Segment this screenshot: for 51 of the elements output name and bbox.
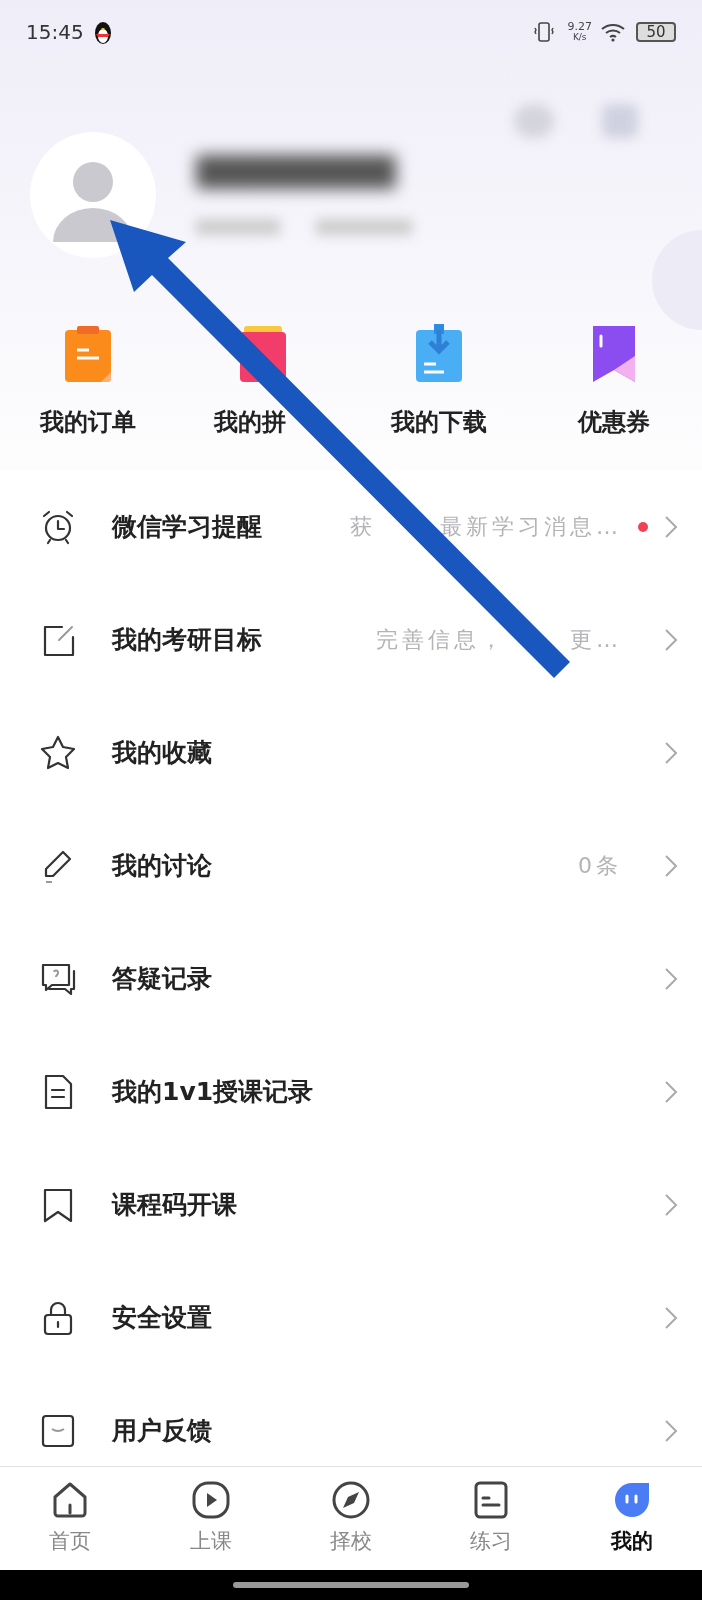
menu-item[interactable]: 用户反馈	[0, 1374, 702, 1466]
chevron-right-icon	[664, 853, 678, 878]
quick-action[interactable]: 优惠券	[578, 404, 651, 440]
network-speed: 9.27	[567, 21, 592, 32]
menu-label: 我的收藏	[112, 736, 212, 769]
menu-label: 答疑记录	[112, 962, 212, 995]
menu-item[interactable]: 我的讨论 0条	[0, 809, 702, 922]
menu-item[interactable]: 我的考研目标 完善信息， 更…	[0, 583, 702, 696]
speed-unit: K/s	[572, 32, 587, 43]
chevron-right-icon	[664, 1418, 678, 1443]
quick-action[interactable]: 我的下载	[390, 404, 487, 440]
menu-label: 用户反馈	[112, 1414, 212, 1447]
clipboard-icon	[62, 324, 113, 382]
chevron-right-icon	[664, 1192, 678, 1217]
menu-item[interactable]: 我的1v1授课记录	[0, 1035, 702, 1148]
menu-label: 我的1v1授课记录	[112, 1075, 314, 1108]
menu-hint: 完善信息，	[376, 626, 506, 654]
blurred-icon	[514, 104, 554, 138]
menu-label: 安全设置	[112, 1301, 212, 1334]
quick-action[interactable]: 我的订单	[39, 404, 136, 440]
chevron-right-icon	[664, 966, 678, 991]
menu-label: 我的讨论	[112, 849, 212, 882]
menu-item[interactable]: 答疑记录	[0, 922, 702, 1035]
menu-item[interactable]: 我的收藏	[0, 696, 702, 809]
menu-hint: 0条	[578, 852, 622, 880]
play-icon	[190, 1479, 231, 1520]
menu-label: 微信学习提醒	[112, 510, 262, 543]
status-time: 15:45	[26, 19, 84, 46]
menu-hint: 最新学习消息…	[440, 513, 622, 541]
compass-icon	[331, 1479, 371, 1520]
chevron-right-icon	[664, 627, 678, 652]
chevron-right-icon	[664, 740, 678, 765]
menu-item[interactable]: 安全设置	[0, 1261, 702, 1374]
vibrate-icon	[531, 20, 556, 44]
menu-item[interactable]: 课程码开课	[0, 1148, 702, 1261]
menu-label: 课程码开课	[112, 1188, 237, 1221]
battery-indicator: 50	[636, 22, 676, 42]
tab-item[interactable]: 我的	[561, 1467, 702, 1570]
quick-action[interactable]: 我的拼	[214, 404, 287, 440]
tab-item[interactable]: 练习	[421, 1467, 562, 1570]
menu-hint: 获	[350, 513, 376, 541]
chevron-right-icon	[664, 1305, 678, 1330]
download-icon	[413, 324, 464, 382]
menu-hint: 更…	[570, 626, 622, 654]
tab-item[interactable]: 择校	[280, 1467, 422, 1570]
blurred-icon	[602, 104, 638, 138]
tab-item[interactable]: 上课	[140, 1467, 281, 1570]
tab-item[interactable]: 首页	[0, 1467, 141, 1570]
chevron-right-icon	[664, 1079, 678, 1104]
chevron-right-icon	[664, 514, 678, 539]
menu-label: 我的考研目标	[112, 623, 262, 656]
